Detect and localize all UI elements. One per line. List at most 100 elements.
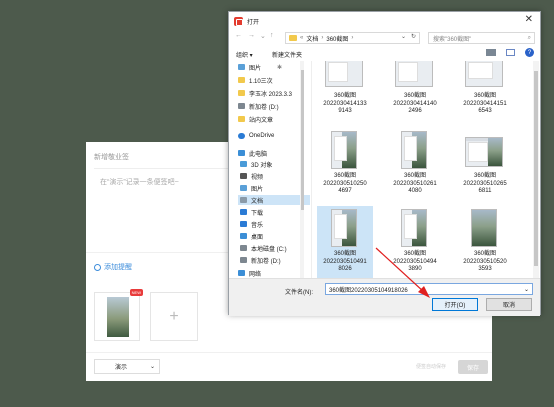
back-button[interactable]: ← (235, 32, 242, 39)
change-view-icon[interactable] (486, 49, 496, 56)
refresh-button[interactable]: ↻ (411, 33, 416, 40)
file-item-selected[interactable]: 360截图 2022030510491 8026 (317, 206, 373, 278)
nav-item-drive-d[interactable]: 新加卷 (D:) (238, 255, 281, 265)
file-name: 360截图 2022030510265 6811 (463, 173, 507, 194)
drive-icon (240, 257, 247, 263)
nav-item-local-disk-c[interactable]: 本地磁盘 (C:) (238, 243, 287, 253)
scrollbar-thumb[interactable] (301, 70, 304, 210)
add-image-button[interactable]: + (150, 292, 198, 341)
help-button[interactable]: ? (525, 48, 534, 57)
preview-pane-icon[interactable] (506, 49, 515, 56)
search-icon: ⌕ (527, 34, 531, 41)
add-reminder-button[interactable]: 添加提醒 (94, 262, 132, 272)
thumbnail-image (107, 297, 129, 337)
nav-item-network[interactable]: 网络 (238, 268, 261, 278)
drive-icon (240, 245, 247, 251)
dialog-title: 打开 (247, 19, 260, 26)
breadcrumb-documents[interactable]: 文档 (306, 34, 318, 43)
nav-item-label: 文档 (251, 198, 264, 205)
nav-item-label: 视频 (251, 174, 264, 181)
nav-item-3d-objects[interactable]: 3D 对象 (238, 159, 272, 169)
cancel-button[interactable]: 取消 (486, 298, 532, 311)
nav-item-label: 图片 (251, 186, 264, 193)
nav-item-videos[interactable]: 视频 (238, 171, 263, 181)
nav-item-folder[interactable]: 李玉冰 2023.3.3 (238, 88, 292, 98)
forward-button[interactable]: → (248, 32, 255, 39)
chevron-down-icon: ⌄ (149, 364, 155, 370)
file-thumbnail (465, 61, 503, 87)
network-icon (238, 270, 245, 276)
recent-locations-button[interactable]: ⌄ (260, 32, 266, 40)
file-item[interactable]: 360截图 2022030510494 3890 (387, 206, 443, 278)
folder-icon (289, 35, 297, 41)
file-name: 360截图 2022030510491 8026 (323, 251, 367, 272)
file-item[interactable]: 360截图 2022030510520 3593 (457, 206, 513, 278)
attached-image-thumbnail[interactable]: NEW (94, 289, 143, 341)
category-select[interactable]: 演示 ⌄ (94, 359, 160, 374)
file-name: 360截图 2022030510261 4080 (393, 173, 437, 194)
nav-item-pictures[interactable]: 图片 (238, 183, 263, 193)
chevron-down-icon[interactable]: ⌄ (524, 286, 529, 293)
file-item[interactable]: 360截图 2022030510250 4697 (317, 128, 373, 202)
nav-item-label: 桌面 (251, 234, 264, 241)
search-input[interactable]: 搜索"360截图" ⌕ (428, 32, 535, 44)
nav-item-downloads[interactable]: 下载 (238, 207, 263, 217)
up-button[interactable]: ↑ (270, 32, 274, 39)
scrollbar-thumb[interactable] (534, 71, 538, 266)
nav-item-label: 1.10三次 (249, 78, 273, 85)
new-folder-button[interactable]: 新建文件夹 (272, 50, 302, 59)
file-thumbnail (331, 209, 357, 247)
address-dropdown-button[interactable]: ⌄ (401, 33, 406, 40)
nav-item-this-pc[interactable]: 此电脑 (238, 148, 267, 158)
document-icon (240, 197, 247, 203)
file-name: 360截图 2022030510250 4697 (323, 173, 367, 194)
address-bar[interactable]: « 文档 › 360截图 › ⌄ ↻ (285, 32, 420, 44)
nav-item-onedrive[interactable]: OneDrive (238, 131, 274, 141)
file-item[interactable]: 360截图 2022030414151 6543 (457, 61, 513, 122)
file-thumbnail (325, 61, 363, 87)
cube-icon (240, 161, 247, 167)
nav-item-drive[interactable]: 新加卷 (D:) (238, 101, 279, 111)
clock-icon (94, 263, 101, 271)
nav-item-label: 站内文章 (249, 117, 274, 124)
nav-item-label: 本地磁盘 (C:) (251, 246, 287, 253)
folder-icon (238, 116, 245, 122)
file-list: 360截图 2022030414133 9143 360截图 202203041414… (313, 61, 533, 278)
breadcrumb-360-screenshots[interactable]: 360截图 (326, 34, 348, 43)
note-title: 新增敬业签 (94, 154, 129, 161)
file-thumbnail (401, 209, 427, 247)
file-name: 360截图 2022030414140 2496 (393, 93, 437, 114)
file-item[interactable]: 360截图 2022030414140 2496 (387, 61, 443, 122)
nav-item-pictures[interactable]: 图片 ✱ (238, 62, 282, 72)
nav-item-desktop[interactable]: 桌面 (238, 231, 263, 241)
save-button[interactable]: 保存 (458, 360, 488, 374)
organize-button[interactable]: 组织 ▾ (236, 50, 253, 59)
file-item[interactable]: 360截图 2022030414133 9143 (317, 61, 373, 122)
close-button[interactable]: ✕ (525, 15, 533, 25)
nav-item-label: 音乐 (251, 222, 264, 229)
file-thumbnail (331, 131, 357, 169)
nav-item-music[interactable]: 音乐 (238, 219, 263, 229)
dialog-toolbar: 组织 ▾ 新建文件夹 ? (229, 47, 540, 61)
breadcrumb-overflow[interactable]: « (300, 35, 303, 41)
filename-field[interactable]: 360截图20220305104918026 ⌄ (325, 283, 533, 295)
nav-item-folder[interactable]: 1.10三次 (238, 75, 273, 85)
open-file-dialog: 打开 ✕ ← → ⌄ ↑ « 文档 › 360截图 › ⌄ ↻ 搜索"360截图… (228, 11, 541, 316)
folder-icon (238, 77, 245, 83)
file-item[interactable]: 360截图 2022030510265 6811 (457, 128, 513, 202)
breadcrumb-separator[interactable]: › (351, 35, 353, 41)
nav-item-label: OneDrive (249, 133, 275, 139)
breadcrumb-separator[interactable]: › (321, 35, 323, 41)
file-name: 360截图 2022030510520 3593 (463, 251, 507, 272)
file-list-scrollbar[interactable] (533, 61, 539, 278)
note-placeholder: 在“演示”记录一条便签吧~ (100, 179, 179, 186)
file-thumbnail (465, 137, 503, 167)
file-item[interactable]: 360截图 2022030510261 4080 (387, 128, 443, 202)
navigation-scrollbar[interactable] (300, 61, 304, 278)
nav-item-folder[interactable]: 站内文章 (238, 114, 273, 124)
navigation-bar: ← → ⌄ ↑ « 文档 › 360截图 › ⌄ ↻ 搜索"360截图" ⌕ (229, 30, 540, 46)
open-button[interactable]: 打开(O) (432, 298, 478, 311)
download-icon (240, 209, 247, 215)
pin-icon: ✱ (277, 64, 283, 71)
new-badge: NEW (129, 289, 143, 296)
